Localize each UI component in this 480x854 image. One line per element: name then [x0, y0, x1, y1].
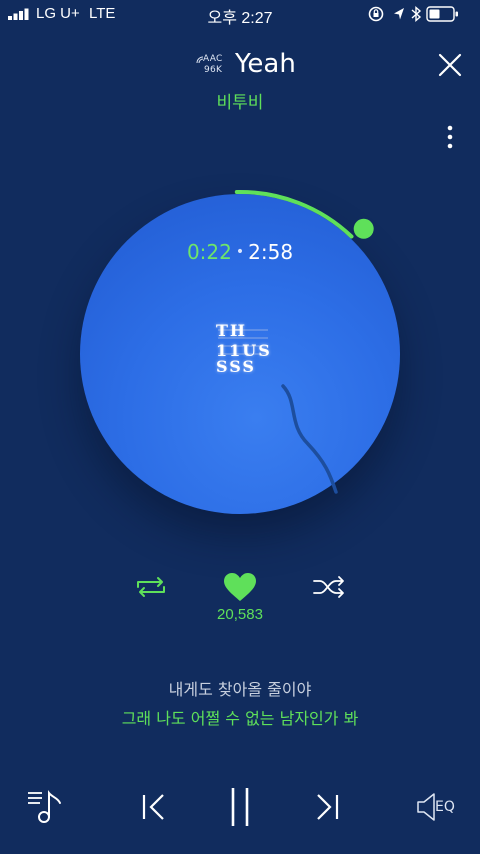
- close-icon: [438, 53, 462, 77]
- total-time: 2:58: [248, 240, 294, 264]
- battery-icon: [426, 6, 458, 22]
- current-time: 0:22: [186, 240, 232, 264]
- bluetooth-icon: [411, 5, 422, 23]
- lyric-previous-line[interactable]: 내게도 찾아올 줄이야: [0, 676, 480, 700]
- equalizer-button[interactable]: EQ: [415, 791, 463, 823]
- logo-row-1: TH: [216, 321, 248, 340]
- status-icons: [368, 5, 458, 23]
- like-count: 20,583: [217, 606, 263, 623]
- status-bar: LG U+ LTE 오후 2:27: [0, 0, 480, 28]
- earphone-cable: [281, 384, 338, 494]
- next-track-button[interactable]: [312, 792, 342, 822]
- orientation-lock-icon: [368, 6, 384, 22]
- repeat-icon: [137, 577, 165, 597]
- artist-name[interactable]: 비투비: [0, 88, 480, 113]
- player-disc[interactable]: 0:22 • 2:58 TH 11US SSS: [60, 174, 420, 534]
- progress-arc: [234, 189, 354, 239]
- logo-row-2: 11US: [216, 341, 272, 360]
- audio-quality-badge: AAC 96K: [196, 54, 228, 78]
- repeat-button[interactable]: [133, 574, 169, 600]
- eq-label: EQ: [435, 799, 455, 815]
- previous-track-icon: [142, 794, 164, 820]
- previous-track-button[interactable]: [139, 792, 169, 822]
- logo-row-3: SSS: [216, 357, 256, 376]
- heart-icon: [224, 573, 256, 601]
- pause-icon: [231, 788, 249, 826]
- like-button[interactable]: [222, 571, 258, 603]
- playlist-icon: [28, 790, 61, 823]
- close-button[interactable]: [436, 51, 464, 79]
- playlist-button[interactable]: [26, 789, 66, 825]
- lyric-current-line[interactable]: 그래 나도 어쩔 수 없는 남자인가 봐: [0, 705, 480, 729]
- shuffle-icon: [313, 576, 344, 598]
- shuffle-button[interactable]: [311, 574, 347, 600]
- codec-bitrate: 96K: [204, 65, 223, 75]
- more-vertical-icon: [447, 125, 453, 149]
- time-separator: •: [235, 244, 245, 260]
- more-options-button[interactable]: [440, 123, 460, 153]
- seek-handle[interactable]: [353, 218, 374, 239]
- location-icon: [394, 8, 404, 20]
- playback-time: 0:22 • 2:58: [60, 240, 420, 264]
- pause-button[interactable]: [226, 786, 254, 828]
- codec-format: AAC: [203, 54, 223, 64]
- next-track-icon: [317, 794, 339, 820]
- song-title: Yeah: [235, 49, 296, 79]
- album-art-logo: TH 11US SSS: [216, 321, 270, 386]
